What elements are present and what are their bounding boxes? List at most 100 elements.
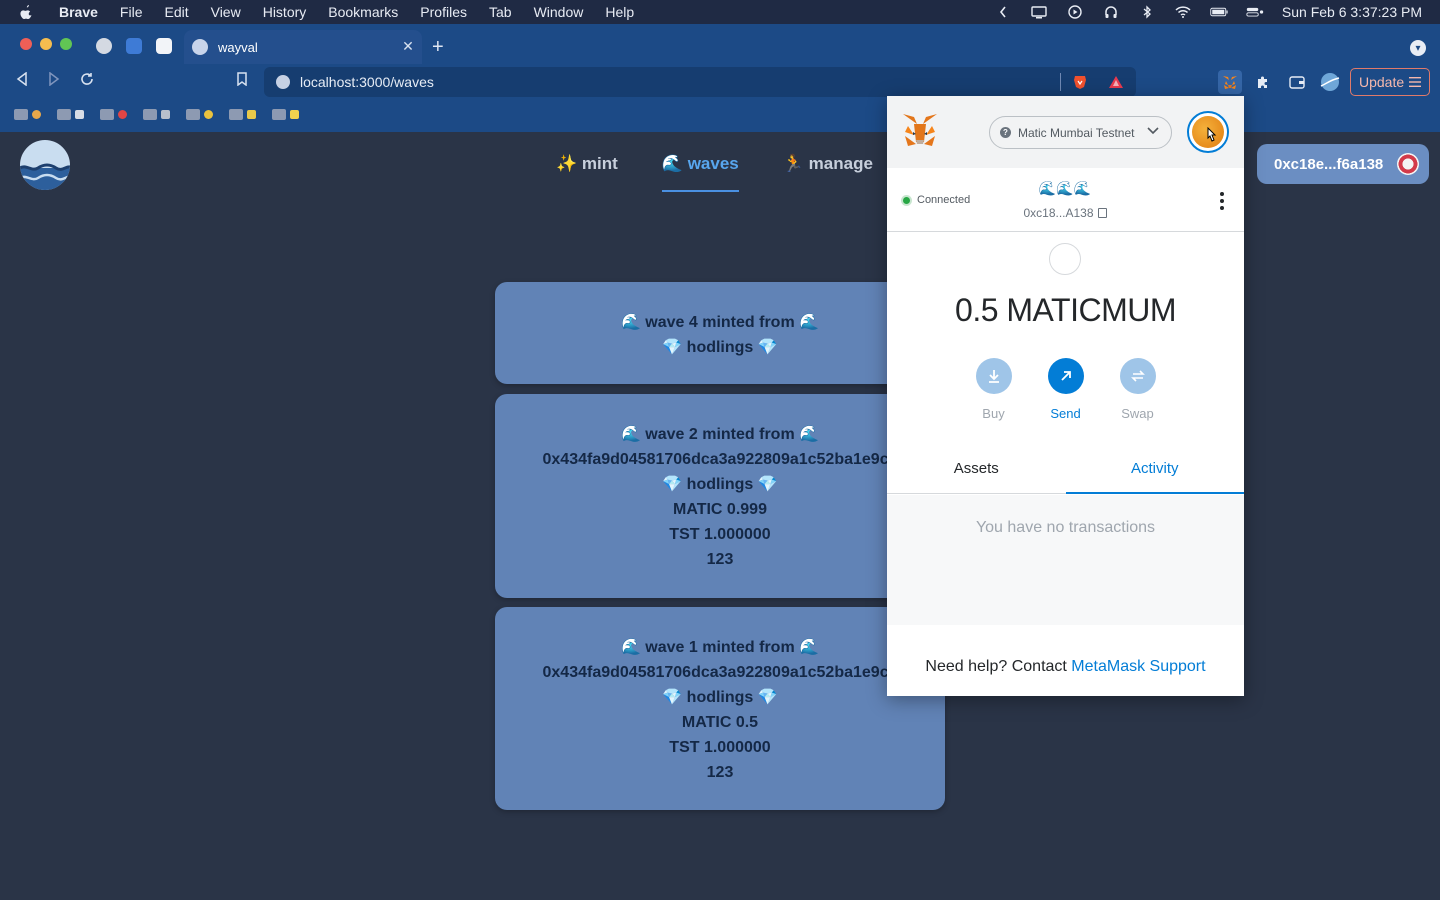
wave-icon: 🌊 <box>661 154 683 173</box>
send-button[interactable]: Send <box>1047 358 1084 421</box>
reload-button[interactable] <box>80 72 94 91</box>
wayval-logo[interactable] <box>20 140 70 190</box>
buy-label: Buy <box>982 406 1005 421</box>
brave-rewards-icon[interactable] <box>1108 74 1124 90</box>
menu-tab[interactable]: Tab <box>478 0 523 24</box>
bookmark-folder-2[interactable] <box>57 108 84 120</box>
minimize-window-button[interactable] <box>40 38 52 50</box>
site-info-icon[interactable] <box>276 75 290 89</box>
list-icon <box>75 109 84 119</box>
tab-search-icon[interactable]: ▾ <box>1410 40 1426 56</box>
screen-mirroring-icon[interactable] <box>1030 5 1048 19</box>
copy-icon <box>1097 208 1107 218</box>
card-line: 💎 hodlings 💎 <box>662 476 778 493</box>
update-button[interactable]: Update <box>1350 68 1430 96</box>
wallet-icon[interactable] <box>1285 70 1309 94</box>
wallet-address: 0xc18e...f6a138 <box>1274 155 1384 173</box>
play-circle-icon[interactable] <box>1066 5 1084 19</box>
folder-icon <box>100 108 114 120</box>
site-favicon-icon <box>192 39 208 55</box>
tab-assets[interactable]: Assets <box>887 448 1066 493</box>
chevron-left-icon[interactable] <box>994 5 1012 19</box>
menu-file[interactable]: File <box>109 0 154 24</box>
close-window-button[interactable] <box>20 38 32 50</box>
menu-window[interactable]: Window <box>523 0 595 24</box>
network-selector[interactable]: ? Matic Mumbai Testnet <box>989 116 1172 149</box>
nav-waves[interactable]: 🌊 waves <box>661 154 739 192</box>
forward-button[interactable] <box>48 71 60 91</box>
menu-bookmarks[interactable]: Bookmarks <box>317 0 409 24</box>
zoom-window-button[interactable] <box>60 38 72 50</box>
network-question-icon: ? <box>1000 127 1011 138</box>
connection-status[interactable]: Connected <box>903 194 970 206</box>
sparkles-icon: ✨ <box>556 154 578 173</box>
apple-icon[interactable] <box>18 4 34 20</box>
layers-icon <box>247 109 256 119</box>
sparkle-icon <box>290 109 299 119</box>
menu-help[interactable]: Help <box>594 0 645 24</box>
menubar-clock[interactable]: Sun Feb 6 3:37:23 PM <box>1282 4 1422 20</box>
brave-shields-icon[interactable] <box>1072 74 1088 90</box>
account-options-icon[interactable] <box>1220 192 1224 213</box>
url-text[interactable]: localhost:3000/waves <box>300 74 434 90</box>
metamask-fox-icon[interactable] <box>901 112 939 148</box>
download-icon <box>975 358 1012 394</box>
card-line: 123 <box>706 764 734 781</box>
tab-title: wayval <box>218 39 258 55</box>
metamask-extension-icon[interactable] <box>1218 70 1242 94</box>
browser-toolbar: localhost:3000/waves Update <box>0 64 1440 100</box>
wifi-icon[interactable] <box>1174 5 1192 19</box>
menu-profiles[interactable]: Profiles <box>409 0 478 24</box>
nav-manage[interactable]: 🏃 manage <box>783 154 873 192</box>
wallet-actions: Buy Send Swap <box>887 358 1244 421</box>
bookmark-folder-7[interactable] <box>272 108 299 120</box>
bookmark-folder-1[interactable] <box>14 108 41 120</box>
menu-history[interactable]: History <box>252 0 318 24</box>
pencil-icon <box>161 109 170 119</box>
close-tab-icon[interactable]: ✕ <box>400 38 416 55</box>
pinned-tab-calendar[interactable] <box>156 38 172 54</box>
menu-view[interactable]: View <box>200 0 252 24</box>
bookmark-folder-6[interactable] <box>229 108 256 120</box>
card-line: TST 1.000000 <box>669 526 771 543</box>
bookmark-icon[interactable] <box>236 72 248 91</box>
control-center-icon[interactable] <box>1246 5 1264 19</box>
card-line: 0x434fa9d04581706dca3a922809a1c52ba1e9c4 <box>542 664 898 681</box>
wallet-identicon-icon <box>1397 153 1419 175</box>
nav-waves-label: waves <box>687 154 739 173</box>
address-bar[interactable]: localhost:3000/waves <box>264 67 1136 97</box>
swap-button[interactable]: Swap <box>1119 358 1156 421</box>
bookmark-folder-4[interactable] <box>143 108 170 120</box>
battery-icon[interactable] <box>1210 5 1228 19</box>
folder-icon <box>229 108 243 120</box>
buy-button[interactable]: Buy <box>975 358 1012 421</box>
account-name[interactable]: 🌊🌊🌊 <box>1015 180 1115 197</box>
connected-wallet-button[interactable]: 0xc18e...f6a138 <box>1257 144 1429 184</box>
bookmark-folder-3[interactable] <box>100 108 127 120</box>
metamask-support-link[interactable]: MetaMask Support <box>1071 658 1205 675</box>
pinned-tab-github[interactable] <box>96 38 112 54</box>
card-line: 🌊 wave 1 minted from 🌊 <box>620 639 820 656</box>
card-line: 🌊 wave 2 minted from 🌊 <box>620 426 820 443</box>
extensions-puzzle-icon[interactable] <box>1251 70 1275 94</box>
card-line: 💎 hodlings 💎 <box>662 339 778 356</box>
bookmark-folder-5[interactable] <box>186 108 213 120</box>
card-line: 123 <box>706 551 734 568</box>
menu-edit[interactable]: Edit <box>153 0 199 24</box>
bookmarks-bar <box>0 102 299 126</box>
rocket-icon <box>32 109 41 119</box>
nav-mint[interactable]: ✨ mint <box>556 154 618 192</box>
headphones-icon[interactable] <box>1102 5 1120 19</box>
account-address[interactable]: 0xc18...A138 <box>1005 206 1125 220</box>
bluetooth-icon[interactable] <box>1138 5 1156 19</box>
back-button[interactable] <box>16 71 28 91</box>
update-label: Update <box>1359 74 1405 90</box>
profile-avatar-icon[interactable] <box>1318 70 1342 94</box>
swap-arrows-icon <box>1119 358 1156 394</box>
new-tab-button[interactable]: + <box>432 36 444 59</box>
account-menu-button[interactable] <box>1187 111 1229 153</box>
tab-activity[interactable]: Activity <box>1065 448 1245 494</box>
pinned-tab-drive[interactable] <box>126 38 142 54</box>
browser-tab-active[interactable]: wayval ✕ <box>184 30 422 64</box>
menu-brave[interactable]: Brave <box>48 0 109 24</box>
